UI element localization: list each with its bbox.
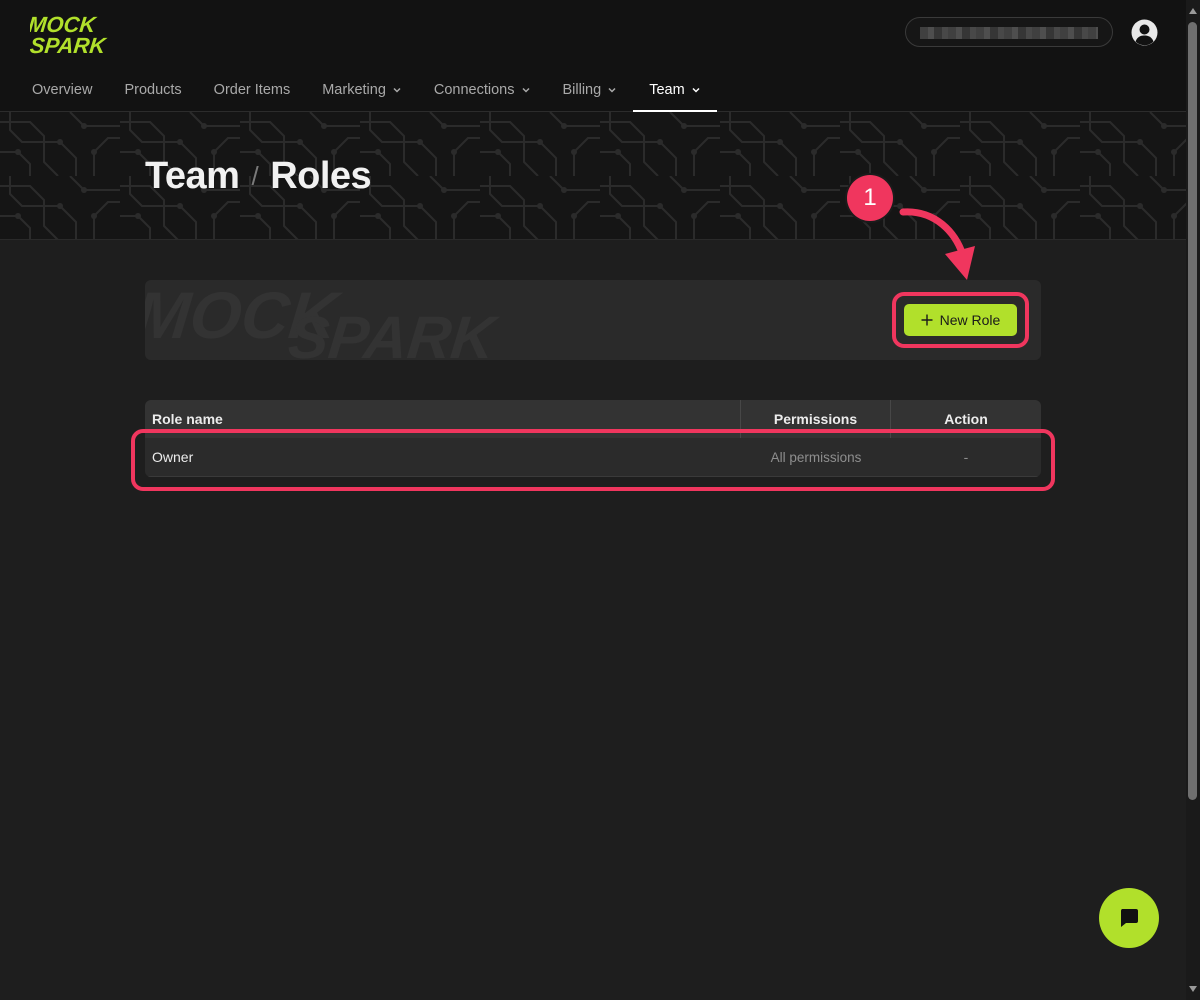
chevron-down-icon xyxy=(393,87,401,93)
table-header: Role name Permissions Action xyxy=(145,400,1041,438)
main-nav: Overview Products Order Items Marketing … xyxy=(16,68,718,112)
column-header-action: Action xyxy=(944,411,988,427)
step-arrow-icon xyxy=(899,208,975,280)
nav-products[interactable]: Products xyxy=(108,68,197,112)
role-name-cell[interactable]: Owner xyxy=(145,449,741,465)
chevron-down-icon xyxy=(608,87,616,93)
account-circle-icon[interactable] xyxy=(1130,18,1159,47)
nav-label: Billing xyxy=(562,82,602,98)
plus-icon xyxy=(921,314,933,326)
nav-order-items[interactable]: Order Items xyxy=(198,68,307,112)
svg-text:SPARK: SPARK xyxy=(285,304,502,360)
table-row[interactable]: Owner All permissions - xyxy=(145,438,1041,477)
nav-overview[interactable]: Overview xyxy=(16,68,108,112)
nav-connections[interactable]: Connections xyxy=(418,68,547,112)
nav-marketing[interactable]: Marketing xyxy=(306,68,418,112)
chat-bubble-icon xyxy=(1120,909,1138,927)
step-number-badge: 1 xyxy=(847,175,893,221)
page-title: Team / Roles xyxy=(145,155,372,198)
new-role-button[interactable]: New Role xyxy=(904,304,1017,336)
breadcrumb-current: Roles xyxy=(270,155,372,197)
nav-label: Marketing xyxy=(322,82,386,98)
scrollbar-thumb[interactable] xyxy=(1188,22,1197,800)
nav-label: Team xyxy=(649,82,685,98)
permissions-cell: All permissions xyxy=(770,449,862,465)
svg-text:SPARK: SPARK xyxy=(30,33,109,56)
nav-label: Order Items xyxy=(213,82,291,98)
nav-billing[interactable]: Billing xyxy=(547,68,634,112)
chevron-down-icon xyxy=(692,87,700,93)
new-role-label: New Role xyxy=(939,312,1001,328)
obscured-text xyxy=(920,27,1098,39)
column-header-permissions[interactable]: Permissions xyxy=(741,400,891,438)
nav-label: Products xyxy=(124,82,182,98)
breadcrumb-parent[interactable]: Team xyxy=(145,155,240,198)
action-cell: - xyxy=(963,449,969,465)
chevron-down-icon xyxy=(521,87,530,93)
mock-spark-logo[interactable]: MOCK SPARK xyxy=(27,8,120,58)
breadcrumb-separator: / xyxy=(251,161,259,191)
scroll-down-arrow-icon[interactable] xyxy=(1189,986,1197,992)
chat-button[interactable] xyxy=(1099,888,1159,948)
nav-label: Connections xyxy=(433,82,515,98)
top-header: MOCK SPARK Overview Products Order Items… xyxy=(0,0,1186,112)
scroll-up-arrow-icon[interactable] xyxy=(1189,8,1197,14)
nav-label: Overview xyxy=(32,82,93,98)
nav-team[interactable]: Team xyxy=(633,68,718,112)
column-header-role-name[interactable]: Role name xyxy=(145,400,741,438)
obscured-search-field[interactable] xyxy=(905,17,1113,47)
logo-watermark: MOCK SPARK xyxy=(145,280,503,360)
roles-table: Role name Permissions Action Owner All p… xyxy=(145,400,1041,477)
